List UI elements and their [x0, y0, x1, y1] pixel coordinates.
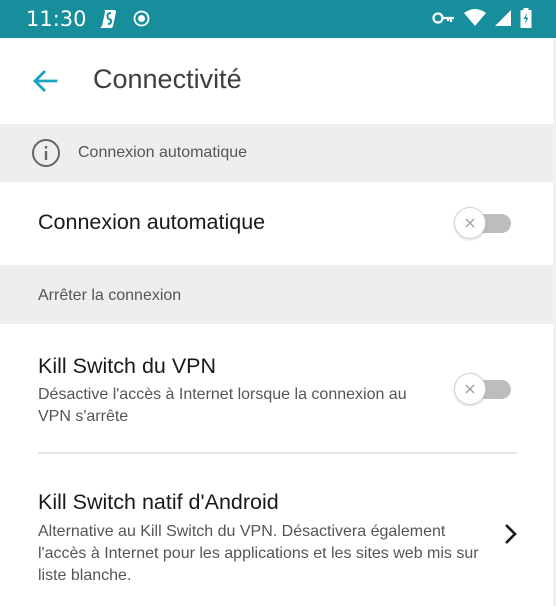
status-time: 11:30 [26, 7, 87, 31]
native-kill-switch-row[interactable]: Kill Switch natif d'Android Alternative … [0, 454, 556, 606]
page-title: Connectivité [93, 64, 242, 94]
native-kill-switch-description: Alternative au Kill Switch du VPN. Désac… [38, 523, 479, 584]
close-icon [465, 218, 475, 228]
chevron-right-icon[interactable] [500, 521, 520, 547]
vpn-key-icon [432, 11, 456, 30]
section-header: Arrêter la connexion [0, 265, 556, 324]
auto-connect-toggle[interactable] [455, 208, 515, 238]
status-bar: 11:30 [0, 0, 556, 38]
auto-connect-title: Connexion automatique [38, 210, 266, 234]
kill-switch-row[interactable]: Kill Switch du VPN Désactive l'accès à I… [0, 324, 556, 454]
section-header-text: Arrêter la connexion [38, 287, 182, 304]
app-notification-icon [99, 9, 117, 29]
info-icon[interactable] [31, 138, 61, 168]
info-header-text: Connexion automatique [78, 144, 248, 161]
auto-connect-row[interactable]: Connexion automatique [0, 182, 556, 265]
toggle-thumb [455, 374, 485, 404]
battery-icon [520, 8, 532, 33]
kill-switch-toggle[interactable] [455, 374, 515, 404]
arrow-left-icon[interactable] [30, 66, 60, 96]
record-icon [133, 10, 150, 27]
cell-signal-icon [494, 9, 512, 32]
toggle-thumb [455, 208, 485, 238]
native-kill-switch-title: Kill Switch natif d'Android [38, 490, 279, 514]
info-header: Connexion automatique [0, 124, 556, 182]
app-bar: Connectivité [0, 38, 556, 124]
kill-switch-description: Désactive l'accès à Internet lorsque la … [38, 386, 407, 425]
wifi-icon [464, 9, 486, 32]
kill-switch-title: Kill Switch du VPN [38, 354, 217, 378]
close-icon [465, 384, 475, 394]
